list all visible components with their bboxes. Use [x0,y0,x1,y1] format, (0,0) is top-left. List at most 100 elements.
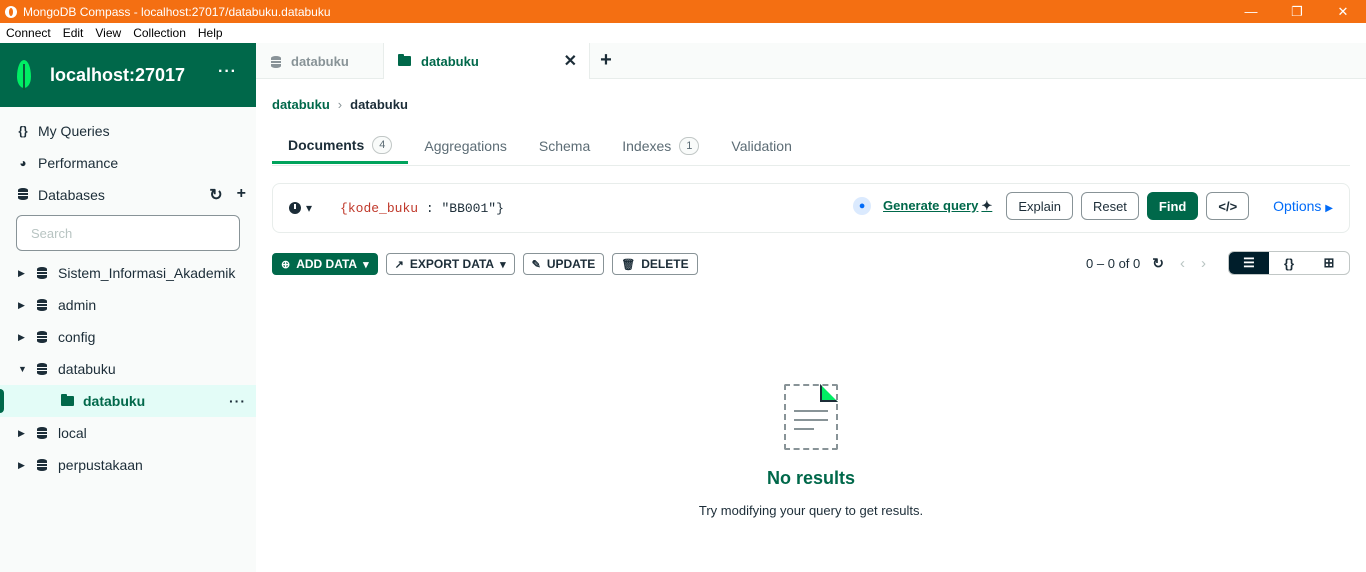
database-name: perpustakaan [58,457,143,473]
table-view-icon[interactable]: ⊞ [1309,252,1349,274]
button-label: ADD DATA [296,257,358,271]
tab-documents[interactable]: Documents 4 [272,128,409,164]
options-label: Options [1273,198,1322,214]
add-tab-icon[interactable]: + [594,43,618,78]
window-controls: — ❐ ✕ [1228,0,1366,23]
pagination-text: 0 – 0 of 0 [1086,255,1141,271]
nav-databases[interactable]: Databases ↻ + [0,179,256,211]
database-icon [36,363,48,375]
plus-circle-icon: ⊕ [281,258,291,271]
mongodb-leaf-icon [14,58,34,92]
close-tab-icon[interactable]: ✕ [564,51,577,71]
find-button[interactable]: Find [1146,192,1199,220]
export-data-button[interactable]: ↗ EXPORT DATA ▾ [385,253,515,275]
trash-icon: 🗑 [621,258,636,271]
tree-item-database[interactable]: ▶ admin [0,289,256,321]
query-history-button[interactable]: ▾ [289,201,312,215]
workspace-tabbar: databuku databuku ✕ + [256,43,1366,79]
reset-button[interactable]: Reset [1080,192,1139,220]
empty-subtitle: Try modifying your query to get results. [698,503,924,518]
chevron-right-icon: › [337,97,343,112]
options-toggle[interactable]: Options ▶ [1273,198,1333,214]
menu-help[interactable]: Help [192,26,229,40]
list-view-icon[interactable]: ☰ [1229,252,1269,274]
code-export-button[interactable]: </> [1206,192,1250,220]
gauge-icon: ◕ [19,156,27,170]
breadcrumb-collection: databuku [350,97,408,112]
tree-item-database[interactable]: ▼ databuku [0,353,256,385]
restore-icon[interactable]: ❐ [1274,0,1320,23]
filter-input[interactable]: {kode_buku : "BB001"} [340,201,504,216]
database-icon [36,331,48,343]
breadcrumb-database[interactable]: databuku [272,97,330,112]
caret-down-icon: ▾ [306,201,313,215]
tree-item-database[interactable]: ▶ perpustakaan [0,449,256,481]
caret-down-icon: ▾ [500,258,506,271]
caret-right-icon[interactable]: ▶ [18,300,26,311]
count-badge: 1 [679,137,700,155]
json-view-icon[interactable]: {} [1269,252,1309,274]
nav-label: Databases [38,187,105,203]
nav-performance[interactable]: ◕ Performance [0,147,256,179]
close-window-icon[interactable]: ✕ [1320,0,1366,23]
database-name: databuku [58,361,116,377]
caret-right-icon[interactable]: ▶ [18,268,26,279]
tab-label: databuku [421,53,479,69]
query-bar: ▾ {kode_buku : "BB001"} ● Generate query… [272,183,1350,233]
filter-colon: : [418,200,442,216]
nav-label: Performance [38,155,119,171]
caret-right-icon[interactable]: ▶ [18,428,26,439]
breadcrumb: databuku › databuku [272,97,408,112]
caret-down-icon[interactable]: ▼ [18,364,27,374]
tab-schema[interactable]: Schema [523,128,606,164]
tree-item-database[interactable]: ▶ config [0,321,256,353]
sidebar-search-input[interactable]: Search [16,215,240,251]
refresh-icon[interactable]: ↻ [1152,255,1164,272]
empty-document-icon [784,384,838,450]
menu-bar: Connect Edit View Collection Help [0,23,1366,43]
delete-button[interactable]: 🗑 DELETE [612,253,698,275]
collection-name: databuku [83,393,146,409]
tree-item-collection[interactable]: databuku ··· [0,385,256,417]
caret-right-icon[interactable]: ▶ [18,460,26,471]
tab-validation[interactable]: Validation [715,128,807,164]
collection-more-icon[interactable]: ··· [229,393,246,409]
folder-icon [398,54,411,66]
lightbulb-icon: ● [853,197,872,215]
connection-header[interactable]: localhost:27017 ··· [0,43,256,107]
menu-collection[interactable]: Collection [127,26,192,40]
menu-edit[interactable]: Edit [57,26,90,40]
empty-title: No results [766,468,856,488]
chevron-right-icon[interactable]: › [1201,255,1206,272]
menu-connect[interactable]: Connect [0,26,57,40]
refresh-icon[interactable]: ↻ [209,185,222,205]
tree-item-database[interactable]: ▶ local [0,417,256,449]
database-icon [36,427,48,439]
chevron-left-icon[interactable]: ‹ [1180,255,1185,272]
tab-collection[interactable]: databuku ✕ [384,43,590,79]
tree-item-database[interactable]: ▶ Sistem_Informasi_Akademik [0,257,256,289]
menu-view[interactable]: View [89,26,127,40]
caret-right-icon[interactable]: ▶ [18,332,26,343]
collection-tabs: Documents 4 Aggregations Schema Indexes … [272,128,1350,166]
tab-indexes[interactable]: Indexes 1 [606,128,715,164]
connection-more-icon[interactable]: ··· [218,63,237,81]
tab-aggregations[interactable]: Aggregations [408,128,523,164]
database-icon [16,187,30,203]
export-icon: ↗ [394,258,404,271]
explain-button[interactable]: Explain [1006,192,1073,220]
folder-icon [61,394,74,406]
tab-database[interactable]: databuku [256,43,384,79]
generate-query-label: Generate query [883,198,979,213]
add-data-button[interactable]: ⊕ ADD DATA ▾ [272,253,378,275]
nav-my-queries[interactable]: {} My Queries [0,115,256,147]
clock-icon [289,202,301,214]
tab-label: Indexes [622,138,672,154]
add-database-icon[interactable]: + [237,185,246,205]
database-icon [270,55,281,68]
minimize-icon[interactable]: — [1228,0,1274,23]
braces-icon: {} [18,124,28,138]
update-button[interactable]: ✎ UPDATE [522,253,605,275]
generate-query-link[interactable]: Generate query ✦ [883,198,992,214]
count-badge: 4 [372,135,393,154]
